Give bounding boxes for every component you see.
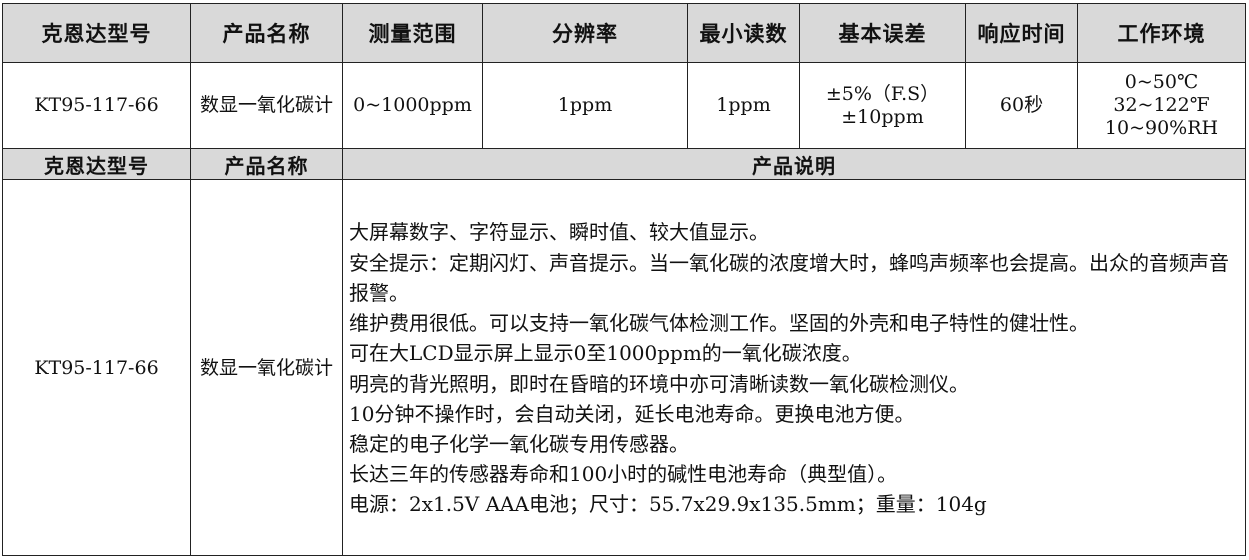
description-line: 可在大LCD显示屏上显示0至1000ppm的一氧化碳浓度。 <box>349 341 862 366</box>
description-data-row: KT95-117-66 数显一氧化碳计 大屏幕数字、字符显示、瞬时值、较大值显示… <box>2 179 1246 556</box>
description-line: 电源：2x1.5V AAA电池；尺寸：55.7x29.9x135.5mm；重量：… <box>349 492 987 517</box>
cell-min-reading: 1ppm <box>687 62 800 149</box>
header2-description: 产品说明 <box>342 148 1246 180</box>
description-text: 大屏幕数字、字符显示、瞬时值、较大值显示。 安全提示：定期闪灯、声音提示。当一氧… <box>342 179 1246 556</box>
header-min-reading: 最小读数 <box>687 3 800 63</box>
environment-line: 0~50℃ <box>1124 71 1199 93</box>
cell-range: 0~1000ppm <box>342 62 483 149</box>
description-line: 长达三年的传感器寿命和100小时的碱性电池寿命（典型值）。 <box>349 462 898 487</box>
environment-line: 10~90%RH <box>1104 117 1219 139</box>
cell-name: 数显一氧化碳计 <box>190 62 343 149</box>
basic-error-line: ±10ppm <box>841 105 924 128</box>
description-header-row: 克恩达型号 产品名称 产品说明 <box>2 148 1246 180</box>
environment-line: 32~122℉ <box>1113 94 1210 116</box>
spec-data-row: KT95-117-66 数显一氧化碳计 0~1000ppm 1ppm 1ppm … <box>2 62 1246 149</box>
header-resolution: 分辨率 <box>482 3 688 63</box>
header-response-time: 响应时间 <box>965 3 1078 63</box>
cell-environment: 0~50℃ 32~122℉ 10~90%RH <box>1077 62 1246 149</box>
header-name: 产品名称 <box>190 3 343 63</box>
basic-error-line: ±5%（F.S） <box>825 82 940 105</box>
description-line: 明亮的背光照明，即时在昏暗的环境中亦可清晰读数一氧化碳检测仪。 <box>349 371 969 396</box>
cell-basic-error: ±5%（F.S） ±10ppm <box>799 62 966 149</box>
spec-header-row: 克恩达型号 产品名称 测量范围 分辨率 最小读数 基本误差 响应时间 工作环境 <box>2 3 1246 63</box>
description-line: 安全提示：定期闪灯、声音提示。当一氧化碳的浓度增大时，蜂鸣声频率也会提高。出众的… <box>349 250 1229 305</box>
header-model: 克恩达型号 <box>2 3 191 63</box>
cell-response-time: 60秒 <box>965 62 1078 149</box>
document-page: 克恩达型号 产品名称 测量范围 分辨率 最小读数 基本误差 响应时间 工作环境 … <box>0 0 1249 560</box>
header-basic-error: 基本误差 <box>799 3 966 63</box>
desc-cell-name: 数显一氧化碳计 <box>190 179 343 556</box>
header2-model: 克恩达型号 <box>2 148 191 180</box>
product-spec-table: 克恩达型号 产品名称 测量范围 分辨率 最小读数 基本误差 响应时间 工作环境 … <box>2 3 1246 556</box>
cell-resolution: 1ppm <box>482 62 688 149</box>
header-environment: 工作环境 <box>1077 3 1246 63</box>
desc-cell-model: KT95-117-66 <box>2 179 191 556</box>
description-line: 稳定的电子化学一氧化碳专用传感器。 <box>349 431 689 456</box>
description-line: 维护费用很低。可以支持一氧化碳气体检测工作。坚固的外壳和电子特性的健壮性。 <box>349 311 1089 336</box>
cell-model: KT95-117-66 <box>2 62 191 149</box>
description-line: 大屏幕数字、字符显示、瞬时值、较大值显示。 <box>349 220 769 245</box>
description-line: 10分钟不操作时，会自动关闭，延长电池寿命。更换电池方便。 <box>349 401 915 426</box>
header-range: 测量范围 <box>342 3 483 63</box>
header2-name: 产品名称 <box>190 148 343 180</box>
